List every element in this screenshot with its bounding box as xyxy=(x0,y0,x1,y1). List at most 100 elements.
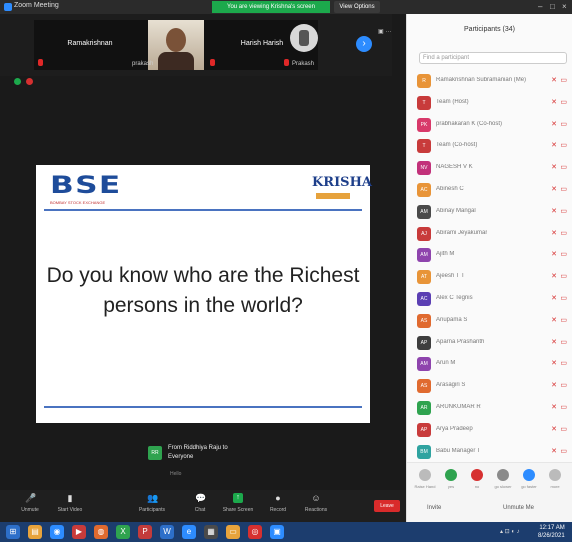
windows-start-icon[interactable]: ⊞ xyxy=(6,525,20,539)
media-player-icon[interactable]: ▶ xyxy=(72,525,86,539)
chat-message-preview: Hello xyxy=(170,471,182,477)
participant-row[interactable]: NV NAGESH V K ✕ ▭ xyxy=(407,157,572,179)
video-tile[interactable]: Prakash xyxy=(250,20,350,70)
participant-row[interactable]: AM Ajith M ✕ ▭ xyxy=(407,244,572,266)
camera-off-icon[interactable]: ▭ xyxy=(560,185,567,195)
feedback-button[interactable]: Raise Hand xyxy=(413,469,437,489)
participant-row[interactable]: AJ Abirami Jeyakumar ✕ ▭ xyxy=(407,223,572,245)
share-screen-button[interactable]: ↑ Share Screen xyxy=(218,493,258,513)
system-tray-icons[interactable]: ▴ ⊡ ◐ ♪ xyxy=(500,528,520,535)
participant-row[interactable]: AC Alex C Tegnis ✕ ▭ xyxy=(407,288,572,310)
feedback-button[interactable]: yes xyxy=(439,469,463,489)
feedback-button[interactable]: more xyxy=(543,469,567,489)
unmute-me-button[interactable]: Unmute Me xyxy=(503,505,534,511)
view-toggle-icon[interactable]: ▣ ··· xyxy=(378,28,391,35)
participant-name: Anupama S xyxy=(436,316,468,323)
start-video-button[interactable]: ▮ Start Video xyxy=(50,493,90,513)
powerpoint-icon[interactable]: P xyxy=(138,525,152,539)
participant-row[interactable]: T Team (Co-host) ✕ ▭ xyxy=(407,135,572,157)
mic-muted-icon[interactable]: ✕ xyxy=(551,294,557,304)
mic-muted-icon[interactable]: ✕ xyxy=(551,316,557,326)
camera-off-icon[interactable]: ▭ xyxy=(560,207,567,217)
chat-button[interactable]: 💬 Chat xyxy=(180,493,220,513)
camera-off-icon[interactable]: ▭ xyxy=(560,163,567,173)
excel-icon[interactable]: X xyxy=(116,525,130,539)
feedback-button[interactable]: go faster xyxy=(517,469,541,489)
mic-muted-icon[interactable]: ✕ xyxy=(551,425,557,435)
participant-row[interactable]: BM Babu Manager T ✕ ▭ xyxy=(407,441,572,463)
participant-row[interactable]: AP Arya Pradeep ✕ ▭ xyxy=(407,419,572,441)
mic-muted-icon[interactable]: ✕ xyxy=(551,229,557,239)
participants-button[interactable]: 👥 Participants xyxy=(132,493,172,513)
feedback-button[interactable]: no xyxy=(465,469,489,489)
participant-row[interactable]: PK prabhakaran K (Co-host) ✕ ▭ xyxy=(407,114,572,136)
minimize-icon[interactable]: – xyxy=(538,2,542,12)
camera-off-icon[interactable]: ▭ xyxy=(560,250,567,260)
mic-muted-icon[interactable]: ✕ xyxy=(551,141,557,151)
camera-off-icon[interactable]: ▭ xyxy=(560,120,567,130)
camera-off-icon[interactable]: ▭ xyxy=(560,359,567,369)
reactions-button[interactable]: ☺ Reactions xyxy=(296,493,336,513)
invite-button[interactable]: Invite xyxy=(427,505,441,511)
file-explorer-icon[interactable]: ▤ xyxy=(28,525,42,539)
mic-muted-icon[interactable]: ✕ xyxy=(551,338,557,348)
leave-button[interactable]: Leave xyxy=(374,500,400,512)
chrome-icon[interactable]: ◎ xyxy=(248,525,262,539)
camera-off-icon[interactable]: ▭ xyxy=(560,425,567,435)
participant-row[interactable]: AC Abinesh C ✕ ▭ xyxy=(407,179,572,201)
mic-muted-icon[interactable]: ✕ xyxy=(551,185,557,195)
photos-icon[interactable]: ▦ xyxy=(204,525,218,539)
camera-off-icon[interactable]: ▭ xyxy=(560,316,567,326)
participant-name: Alex C Tegnis xyxy=(436,294,473,301)
participant-row[interactable]: AM Arun M ✕ ▭ xyxy=(407,353,572,375)
firefox-icon[interactable]: ◍ xyxy=(94,525,108,539)
maximize-icon[interactable]: □ xyxy=(550,2,555,12)
mic-muted-icon[interactable]: ✕ xyxy=(551,403,557,413)
participant-row[interactable]: R Ramakrishnan Subramanian (Me) ✕ ▭ xyxy=(407,70,572,92)
taskbar-clock[interactable]: 12:17 AM 8/26/2021 xyxy=(538,524,565,540)
participant-search-input[interactable]: Find a participant xyxy=(419,52,567,64)
camera-off-icon[interactable]: ▭ xyxy=(560,229,567,239)
camera-off-icon[interactable]: ▭ xyxy=(560,76,567,86)
mic-muted-icon[interactable]: ✕ xyxy=(551,250,557,260)
zoom-taskbar-icon[interactable]: ◉ xyxy=(50,525,64,539)
feedback-button[interactable]: go slower xyxy=(491,469,515,489)
mic-muted-icon[interactable]: ✕ xyxy=(551,381,557,391)
mic-muted-icon[interactable]: ✕ xyxy=(551,272,557,282)
view-options-button[interactable]: View Options xyxy=(334,1,380,13)
record-button[interactable]: ● Record xyxy=(258,493,298,513)
participant-row[interactable]: AT Ajeesh T T ✕ ▭ xyxy=(407,266,572,288)
close-icon[interactable]: × xyxy=(562,2,567,12)
camera-off-icon[interactable]: ▭ xyxy=(560,98,567,108)
camera-off-icon[interactable]: ▭ xyxy=(560,447,567,457)
mic-muted-icon[interactable]: ✕ xyxy=(551,207,557,217)
participant-row[interactable]: AS Arasagiri S ✕ ▭ xyxy=(407,375,572,397)
mic-muted-icon[interactable]: ✕ xyxy=(551,447,557,457)
participant-avatar: AR xyxy=(417,400,431,415)
camera-off-icon[interactable]: ▭ xyxy=(560,338,567,348)
mic-muted-icon[interactable]: ✕ xyxy=(551,76,557,86)
camera-off-icon[interactable]: ▭ xyxy=(560,141,567,151)
word-icon[interactable]: W xyxy=(160,525,174,539)
mic-muted-icon[interactable]: ✕ xyxy=(551,120,557,130)
next-page-arrow-icon[interactable]: › xyxy=(356,36,372,52)
unmute-button[interactable]: 🎤 Unmute xyxy=(10,493,50,513)
mic-muted-icon[interactable]: ✕ xyxy=(551,98,557,108)
camera-off-icon[interactable]: ▭ xyxy=(560,294,567,304)
folder-icon[interactable]: ▭ xyxy=(226,525,240,539)
mic-muted-icon[interactable]: ✕ xyxy=(551,359,557,369)
chat-notification[interactable]: RR From Riddhiya Raju to Everyone xyxy=(148,442,258,470)
camera-off-icon[interactable]: ▭ xyxy=(560,272,567,282)
zoom-app-taskbar-icon[interactable]: ▣ xyxy=(270,525,284,539)
encryption-shield-icon[interactable] xyxy=(14,78,21,85)
participant-row[interactable]: AR ARUNKUMAR R ✕ ▭ xyxy=(407,397,572,419)
camera-off-icon[interactable]: ▭ xyxy=(560,403,567,413)
participant-name: Arun M xyxy=(436,360,456,367)
participant-row[interactable]: T Team (Host) ✕ ▭ xyxy=(407,92,572,114)
edge-icon[interactable]: e xyxy=(182,525,196,539)
camera-off-icon[interactable]: ▭ xyxy=(560,381,567,391)
participant-row[interactable]: AM Abinay Mangal ✕ ▭ xyxy=(407,201,572,223)
mic-muted-icon[interactable]: ✕ xyxy=(551,163,557,173)
participant-row[interactable]: AS Anupama S ✕ ▭ xyxy=(407,310,572,332)
participant-row[interactable]: AP Aparna Prashanth ✕ ▭ xyxy=(407,332,572,354)
